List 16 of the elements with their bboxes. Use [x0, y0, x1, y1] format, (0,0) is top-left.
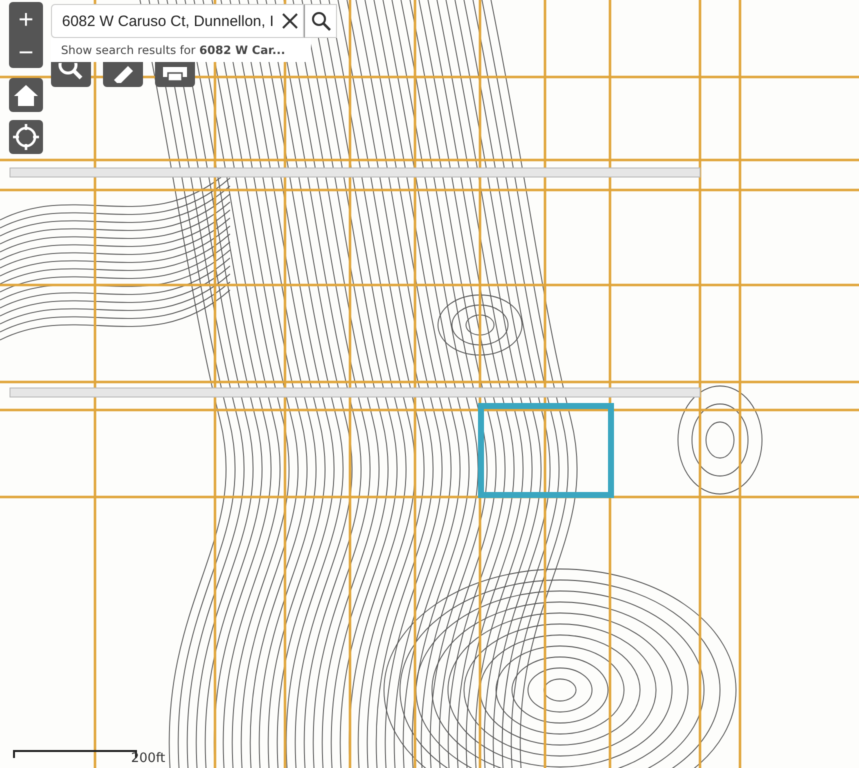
home-icon [13, 83, 39, 107]
print-button[interactable] [155, 60, 195, 87]
home-button[interactable] [9, 78, 43, 112]
search-icon [310, 11, 330, 31]
zoom-in-button[interactable]: + [9, 2, 43, 35]
crosshair-icon [13, 124, 39, 150]
locate-button[interactable] [9, 120, 43, 154]
zoom-out-button[interactable]: − [9, 35, 43, 68]
scale-label: 200ft [131, 751, 166, 766]
clear-button[interactable] [282, 13, 298, 29]
search-button[interactable] [304, 4, 337, 38]
measure-button[interactable] [103, 60, 143, 87]
close-icon [282, 13, 298, 29]
search-suggestion[interactable]: Show search results for 6082 W Car... [51, 38, 311, 62]
search-field[interactable]: 6082 W Caruso Ct, Dunnellon, I [51, 4, 304, 38]
search-tool-button[interactable] [51, 60, 91, 87]
